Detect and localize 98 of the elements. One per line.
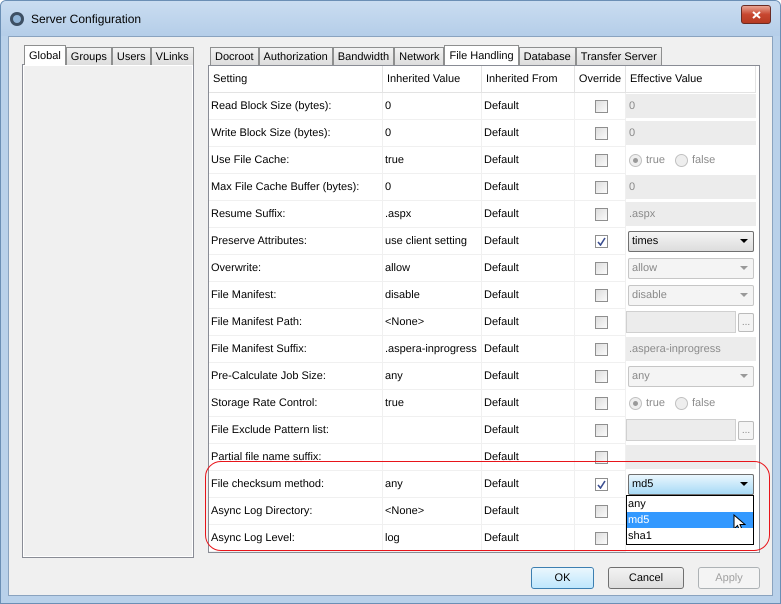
setting-name-cell: Read Block Size (bytes): <box>209 93 383 120</box>
column-header[interactable]: Setting <box>209 66 383 93</box>
caret-icon <box>740 238 748 244</box>
override-checkbox[interactable] <box>594 532 608 544</box>
inherited-from-cell: Default <box>482 93 575 120</box>
caret-icon <box>740 374 748 378</box>
override-checkbox[interactable] <box>594 504 608 518</box>
inherited-value-cell: any <box>383 471 482 498</box>
setting-name-cell: Resume Suffix: <box>209 201 383 228</box>
inherited-value-cell: allow <box>383 255 482 282</box>
setting-name-cell: File Manifest: <box>209 282 383 309</box>
override-checkbox[interactable] <box>594 154 608 166</box>
setting-name-cell: File Manifest Suffix: <box>209 336 383 363</box>
inherited-from-cell: Default <box>482 255 575 282</box>
inherited-from-cell: Default <box>482 228 575 255</box>
setting-name-cell: File checksum method: <box>209 471 383 498</box>
tab[interactable]: Transfer Server <box>576 47 662 65</box>
inherited-value-cell: true <box>383 147 482 174</box>
inherited-from-cell: Default <box>482 282 575 309</box>
override-checkbox[interactable] <box>594 180 608 194</box>
tab[interactable]: Users <box>112 47 151 65</box>
ok-button[interactable]: OK <box>531 567 594 589</box>
setting-name-cell: Use File Cache: <box>209 147 383 174</box>
override-checkbox[interactable] <box>594 126 608 140</box>
tab[interactable]: Global <box>24 45 66 65</box>
column-header[interactable]: Effective Value <box>626 66 756 93</box>
inherited-from-cell: Default <box>482 174 575 201</box>
inherited-from-cell: Default <box>482 471 575 498</box>
tab[interactable]: VLinks <box>150 47 194 65</box>
override-checkbox[interactable] <box>594 450 608 464</box>
inherited-from-cell: Default <box>482 201 575 228</box>
column-header[interactable]: Inherited Value <box>383 66 482 93</box>
column-header[interactable]: Inherited From <box>482 66 575 93</box>
inherited-from-cell: Default <box>482 498 575 525</box>
inherited-from-cell: Default <box>482 120 575 147</box>
override-checkbox[interactable] <box>594 208 608 220</box>
cancel-button[interactable]: Cancel <box>608 567 684 589</box>
tab[interactable]: File Handling <box>444 45 519 65</box>
inherited-from-cell: Default <box>482 147 575 174</box>
inherited-from-cell: Default <box>482 336 575 363</box>
effective-value-dropdown[interactable]: md5 <box>628 474 754 494</box>
setting-name-cell: Pre-Calculate Job Size: <box>209 363 383 390</box>
inherited-value-cell: 0 <box>383 93 482 120</box>
override-checkbox[interactable] <box>594 262 608 274</box>
effective-value-field[interactable] <box>626 445 756 469</box>
close-icon <box>752 10 760 18</box>
caret-icon <box>740 482 748 486</box>
inherited-from-cell: Default <box>482 363 575 390</box>
tab[interactable]: Groups <box>66 47 112 65</box>
override-checkbox[interactable] <box>594 316 608 328</box>
inherited-value-cell: .aspx <box>383 201 482 228</box>
path-field[interactable] <box>626 311 736 333</box>
override-checkbox[interactable] <box>594 478 608 490</box>
inherited-value-cell: 0 <box>383 120 482 147</box>
setting-name-cell: Preserve Attributes: <box>209 228 383 255</box>
inherited-value-cell: .aspera-inprogress <box>383 336 482 363</box>
inherited-value-cell: any <box>383 363 482 390</box>
override-checkbox[interactable] <box>594 424 608 436</box>
setting-name-cell: Storage Rate Control: <box>209 390 383 417</box>
window-title: Server Configuration <box>31 12 142 26</box>
setting-name-cell: Async Log Level: <box>209 525 383 552</box>
inherited-value-cell: <None> <box>383 498 482 525</box>
setting-name-cell: Async Log Directory: <box>209 498 383 525</box>
inherited-from-cell: Default <box>482 444 575 471</box>
inherited-value-cell: disable <box>383 282 482 309</box>
setting-name-cell: Write Block Size (bytes): <box>209 120 383 147</box>
column-header[interactable]: Override <box>575 66 626 93</box>
setting-name-cell: Overwrite: <box>209 255 383 282</box>
inherited-value-cell: log <box>383 525 482 552</box>
tab[interactable]: Bandwidth <box>332 47 394 65</box>
inherited-value-cell: <None> <box>383 309 482 336</box>
override-checkbox[interactable] <box>594 370 608 382</box>
override-checkbox[interactable] <box>594 342 608 356</box>
setting-name-cell: File Exclude Pattern list: <box>209 417 383 444</box>
path-field[interactable] <box>626 419 736 441</box>
override-checkbox[interactable] <box>594 396 608 410</box>
inherited-from-cell: Default <box>482 390 575 417</box>
close-button[interactable] <box>741 5 771 24</box>
caret-icon <box>740 292 748 298</box>
tab[interactable]: Database <box>518 47 576 65</box>
inherited-value-cell: 0 <box>383 174 482 201</box>
override-checkbox[interactable] <box>594 288 608 302</box>
inherited-from-cell: Default <box>482 417 575 444</box>
inherited-value-cell: true <box>383 390 482 417</box>
effective-value-dropdown[interactable]: times <box>628 230 754 252</box>
caret-icon <box>740 266 748 270</box>
app-icon <box>9 10 25 26</box>
override-checkbox[interactable] <box>594 100 608 112</box>
inherited-from-cell: Default <box>482 525 575 552</box>
inherited-from-cell: Default <box>482 309 575 336</box>
setting-name-cell: Partial file name suffix: <box>209 444 383 471</box>
setting-name-cell: File Manifest Path: <box>209 309 383 336</box>
setting-name-cell: Max File Cache Buffer (bytes): <box>209 174 383 201</box>
tab[interactable]: Network <box>394 47 444 65</box>
tab[interactable]: Docroot <box>210 47 259 65</box>
tab[interactable]: Authorization <box>258 47 333 65</box>
override-checkbox[interactable] <box>594 234 608 248</box>
inherited-value-cell: use client setting <box>383 228 482 255</box>
